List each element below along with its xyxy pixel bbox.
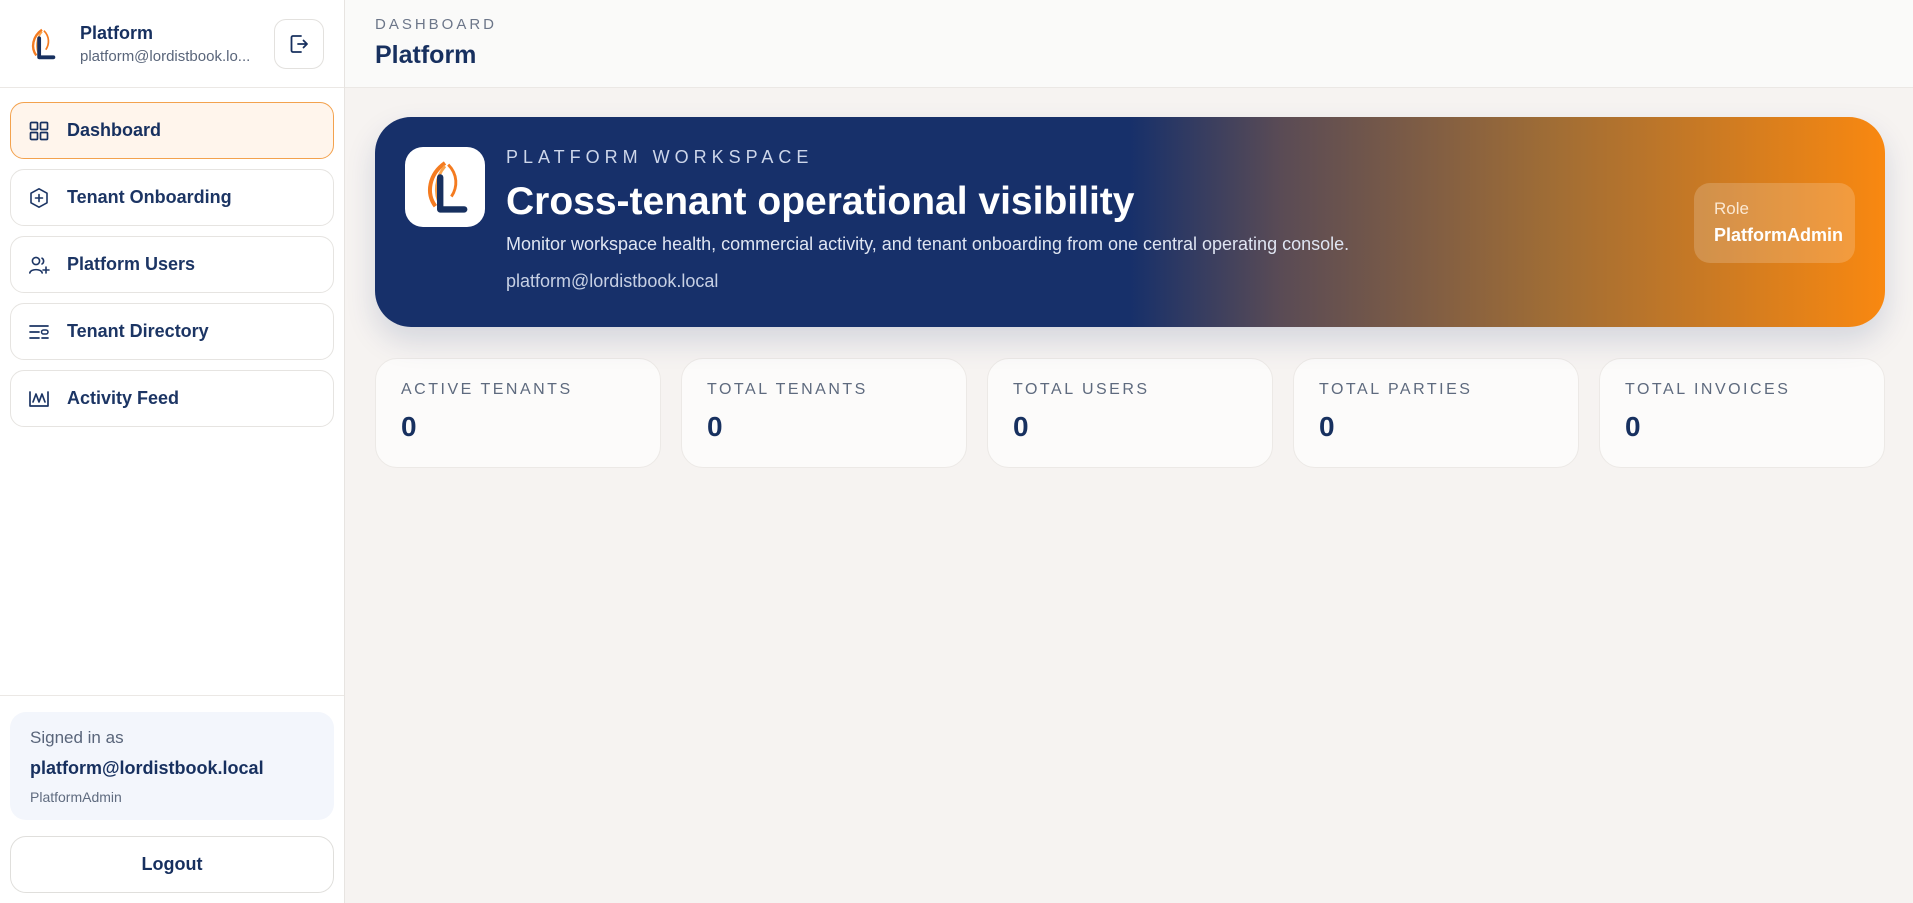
shell-logo-icon — [31, 28, 56, 59]
app-shell: Platform platform@lordistbook.lo... Dash… — [0, 0, 1913, 903]
brand-email: platform@lordistbook.lo... — [80, 47, 251, 65]
role-value: PlatformAdmin — [1714, 225, 1844, 245]
sidebar-item-platform-users[interactable]: Platform Users — [10, 236, 334, 293]
sidebar-footer: Signed in as platform@lordistbook.local … — [0, 695, 344, 903]
hero-logo — [405, 147, 485, 227]
role-chip: Role PlatformAdmin — [1694, 183, 1855, 263]
role-label: Role — [1714, 199, 1749, 218]
main-area: DASHBOARD Platform PLATFORM WORKSPACE Cr… — [345, 0, 1913, 903]
stat-card-active-tenants: ACTIVE TENANTS 0 — [375, 358, 661, 468]
sidebar-item-tenant-directory[interactable]: Tenant Directory — [10, 303, 334, 360]
logout-button[interactable]: Logout — [10, 836, 334, 893]
hero-banner: PLATFORM WORKSPACE Cross-tenant operatio… — [375, 117, 1885, 327]
topbar: DASHBOARD Platform — [345, 0, 1913, 88]
sidebar-header: Platform platform@lordistbook.lo... — [0, 0, 344, 88]
stat-value: 0 — [401, 411, 417, 442]
signed-in-email: platform@lordistbook.local — [30, 758, 264, 778]
page-eyebrow: DASHBOARD — [375, 16, 498, 33]
hero-title: Cross-tenant operational visibility — [506, 180, 1135, 223]
user-plus-icon — [27, 253, 51, 277]
stat-card-total-users: TOTAL USERS 0 — [987, 358, 1273, 468]
sidebar-item-activity-feed[interactable]: Activity Feed — [10, 370, 334, 427]
stat-label: TOTAL INVOICES — [1625, 381, 1791, 398]
brand-text: Platform platform@lordistbook.lo... — [80, 23, 264, 65]
sidebar: Platform platform@lordistbook.lo... Dash… — [0, 0, 345, 903]
stats-row: ACTIVE TENANTS 0 TOTAL TENANTS 0 TOTAL U… — [375, 358, 1885, 468]
signed-in-card: Signed in as platform@lordistbook.local … — [10, 712, 334, 820]
stat-card-total-tenants: TOTAL TENANTS 0 — [681, 358, 967, 468]
signed-in-role: PlatformAdmin — [30, 789, 122, 805]
stat-label: TOTAL USERS — [1013, 381, 1150, 398]
stat-value: 0 — [1625, 411, 1641, 442]
stat-label: TOTAL TENANTS — [707, 381, 868, 398]
sign-out-icon — [290, 34, 308, 53]
sidebar-item-label: Tenant Directory — [67, 321, 209, 341]
stat-label: TOTAL PARTIES — [1319, 381, 1473, 398]
stat-value: 0 — [1319, 411, 1335, 442]
hero-description: Monitor workspace health, commercial act… — [506, 234, 1350, 254]
stat-card-total-invoices: TOTAL INVOICES 0 — [1599, 358, 1885, 468]
stat-value: 0 — [707, 411, 723, 442]
brand-logo — [20, 21, 64, 66]
grid-icon — [27, 119, 51, 143]
cube-plus-icon — [27, 186, 51, 210]
stat-card-total-parties: TOTAL PARTIES 0 — [1293, 358, 1579, 468]
activity-icon — [27, 387, 51, 411]
sidebar-nav: Dashboard Tenant Onboarding Platform Use… — [0, 88, 344, 427]
sidebar-item-label: Dashboard — [67, 120, 162, 140]
stat-label: ACTIVE TENANTS — [401, 381, 573, 398]
shell-logo-icon — [428, 161, 468, 213]
sidebar-item-dashboard[interactable]: Dashboard — [10, 102, 334, 159]
sidebar-item-tenant-onboarding[interactable]: Tenant Onboarding — [10, 169, 334, 226]
hero-email: platform@lordistbook.local — [506, 271, 719, 291]
dashboard-content: PLATFORM WORKSPACE Cross-tenant operatio… — [345, 88, 1913, 468]
brand-name: Platform — [80, 22, 154, 43]
list-filter-icon — [27, 320, 51, 344]
sidebar-item-label: Platform Users — [67, 254, 196, 274]
sidebar-item-label: Activity Feed — [67, 388, 180, 408]
page-title: Platform — [375, 41, 477, 69]
stat-value: 0 — [1013, 411, 1029, 442]
sidebar-item-label: Tenant Onboarding — [67, 187, 232, 207]
sign-out-button[interactable] — [274, 18, 324, 69]
hero-text: PLATFORM WORKSPACE Cross-tenant operatio… — [506, 147, 1349, 327]
signed-in-label: Signed in as — [30, 728, 124, 747]
hero-eyebrow: PLATFORM WORKSPACE — [506, 147, 814, 167]
